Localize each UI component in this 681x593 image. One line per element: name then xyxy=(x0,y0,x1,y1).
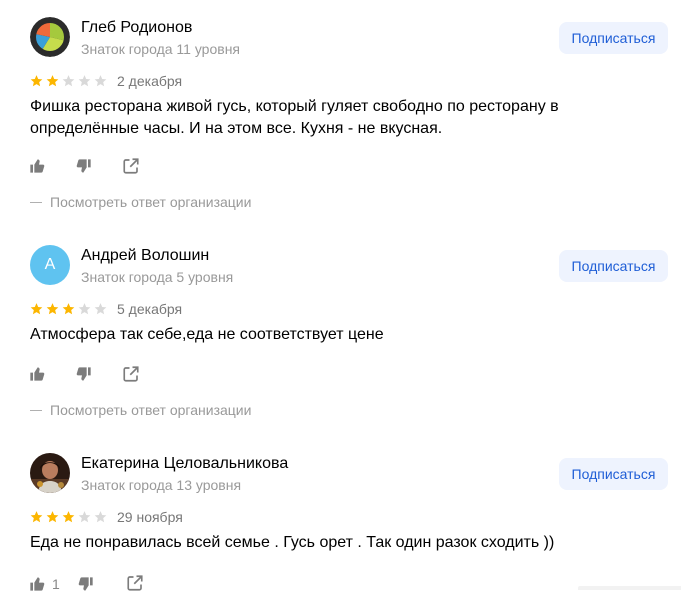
share-icon xyxy=(123,366,139,382)
like-button[interactable] xyxy=(29,157,45,175)
author-level: Знаток города 11 уровня xyxy=(81,41,241,57)
view-org-response-link[interactable]: Посмотреть ответ организации xyxy=(30,402,251,418)
org-response-label: Посмотреть ответ организации xyxy=(50,194,252,210)
star-filled-icon xyxy=(29,510,44,524)
dislike-button[interactable] xyxy=(76,365,92,383)
pie-chart-avatar-icon xyxy=(30,17,70,57)
subscribe-button[interactable]: Подписаться xyxy=(559,22,668,54)
avatar[interactable] xyxy=(30,453,70,493)
star-empty-icon xyxy=(93,302,108,316)
view-org-response-link[interactable]: Посмотреть ответ организации xyxy=(30,194,251,210)
photo-avatar-icon xyxy=(30,453,70,493)
rating-stars xyxy=(29,510,108,524)
author-level: Знаток города 13 уровня xyxy=(81,477,242,493)
star-filled-icon xyxy=(29,302,44,316)
star-empty-icon xyxy=(77,74,92,88)
star-filled-icon xyxy=(61,510,76,524)
share-button[interactable] xyxy=(122,365,140,383)
author-level: Знаток города 5 уровня xyxy=(81,269,234,285)
rating-stars xyxy=(29,74,108,88)
star-filled-icon xyxy=(29,74,44,88)
star-empty-icon xyxy=(93,510,108,524)
dash-icon xyxy=(30,409,42,411)
rating-stars xyxy=(29,302,108,316)
share-button[interactable] xyxy=(126,574,144,592)
org-response-label: Посмотреть ответ организации xyxy=(50,402,252,418)
scroll-edge-divider xyxy=(578,586,681,590)
thumbs-down-icon xyxy=(76,159,91,173)
thumbs-up-icon xyxy=(30,367,45,381)
dislike-button[interactable] xyxy=(78,575,94,593)
avatar[interactable]: А xyxy=(30,245,70,285)
dash-icon xyxy=(30,201,42,203)
star-empty-icon xyxy=(77,302,92,316)
star-empty-icon xyxy=(61,74,76,88)
star-filled-icon xyxy=(45,510,60,524)
review-text: Фишка ресторана живой гусь, который гуля… xyxy=(30,98,559,137)
star-empty-icon xyxy=(77,510,92,524)
review-date: 29 ноября xyxy=(117,509,183,525)
dislike-button[interactable] xyxy=(76,157,92,175)
thumbs-up-icon xyxy=(30,159,45,173)
review-text: Атмосфера так себе,еда не соответствует … xyxy=(30,326,384,343)
star-filled-icon xyxy=(45,302,60,316)
thumbs-down-icon xyxy=(76,367,91,381)
review-date: 5 декабря xyxy=(117,301,183,317)
subscribe-button[interactable]: Подписаться xyxy=(559,250,668,282)
review-date: 2 декабря xyxy=(117,73,183,89)
avatar[interactable] xyxy=(30,17,70,57)
star-empty-icon xyxy=(93,74,108,88)
author-name[interactable]: Андрей Волошин xyxy=(81,247,209,265)
star-filled-icon xyxy=(61,302,76,316)
share-icon xyxy=(123,158,139,174)
share-button[interactable] xyxy=(122,157,140,175)
like-button[interactable] xyxy=(29,365,45,383)
author-name[interactable]: Глеб Родионов xyxy=(81,19,192,37)
share-icon xyxy=(127,575,143,591)
like-button[interactable]: 1 xyxy=(29,575,60,593)
review-text: Еда не понравилась всей семье . Гусь оре… xyxy=(30,534,555,551)
author-name[interactable]: Екатерина Целовальникова xyxy=(81,455,288,473)
subscribe-button[interactable]: Подписаться xyxy=(559,458,668,490)
star-filled-icon xyxy=(45,74,60,88)
